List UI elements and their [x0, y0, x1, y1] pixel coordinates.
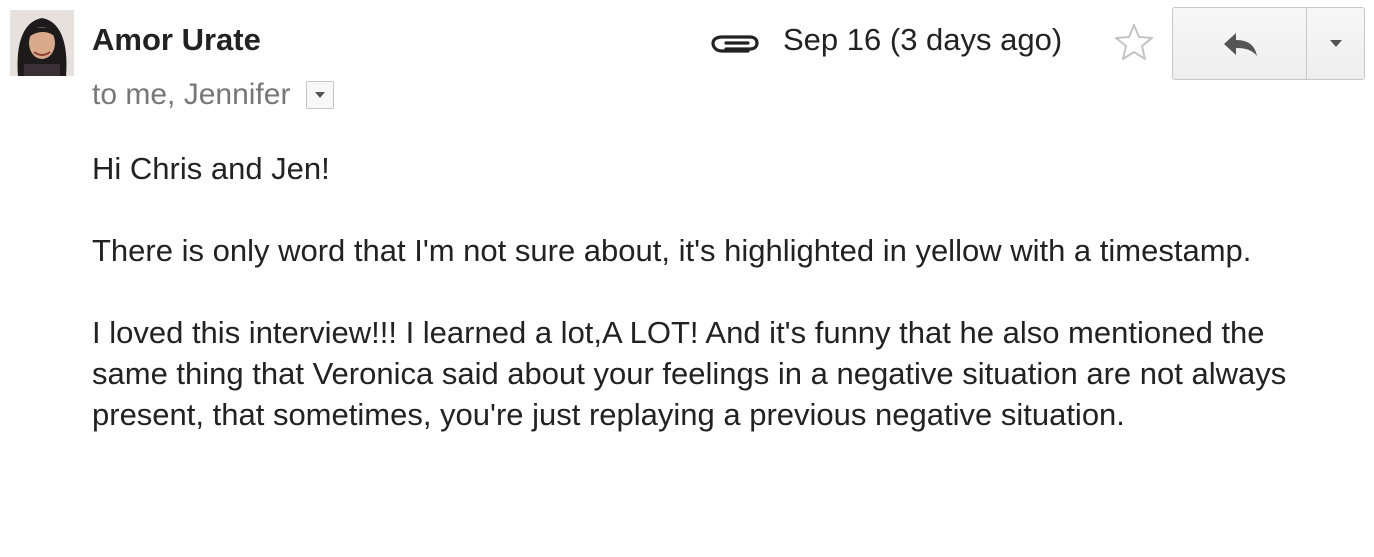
reply-arrow-icon [1223, 32, 1257, 56]
show-details-button[interactable] [306, 81, 335, 109]
email-paragraph: There is only word that I'm not sure abo… [92, 233, 1252, 268]
chevron-down-icon [315, 92, 326, 98]
email-paragraph: I loved this interview!!! I learned a lo… [92, 315, 1287, 432]
sender-avatar[interactable] [10, 10, 74, 76]
recipients-text: to me, Jennifer [92, 78, 291, 111]
dropdown-arrow-icon [1329, 40, 1342, 47]
email-body: Hi Chris and Jen! There is only word tha… [92, 148, 1342, 435]
reply-button[interactable] [1173, 8, 1307, 79]
email-greeting: Hi Chris and Jen! [92, 151, 330, 186]
paperclip-icon [711, 35, 759, 53]
email-date: Sep 16 (3 days ago) [783, 22, 1063, 57]
more-options-button[interactable] [1307, 8, 1364, 79]
reply-button-group [1172, 7, 1365, 80]
star-icon[interactable] [1113, 22, 1155, 62]
recipients-line: to me, Jennifer [92, 78, 335, 112]
sender-name[interactable]: Amor Urate [92, 22, 261, 58]
